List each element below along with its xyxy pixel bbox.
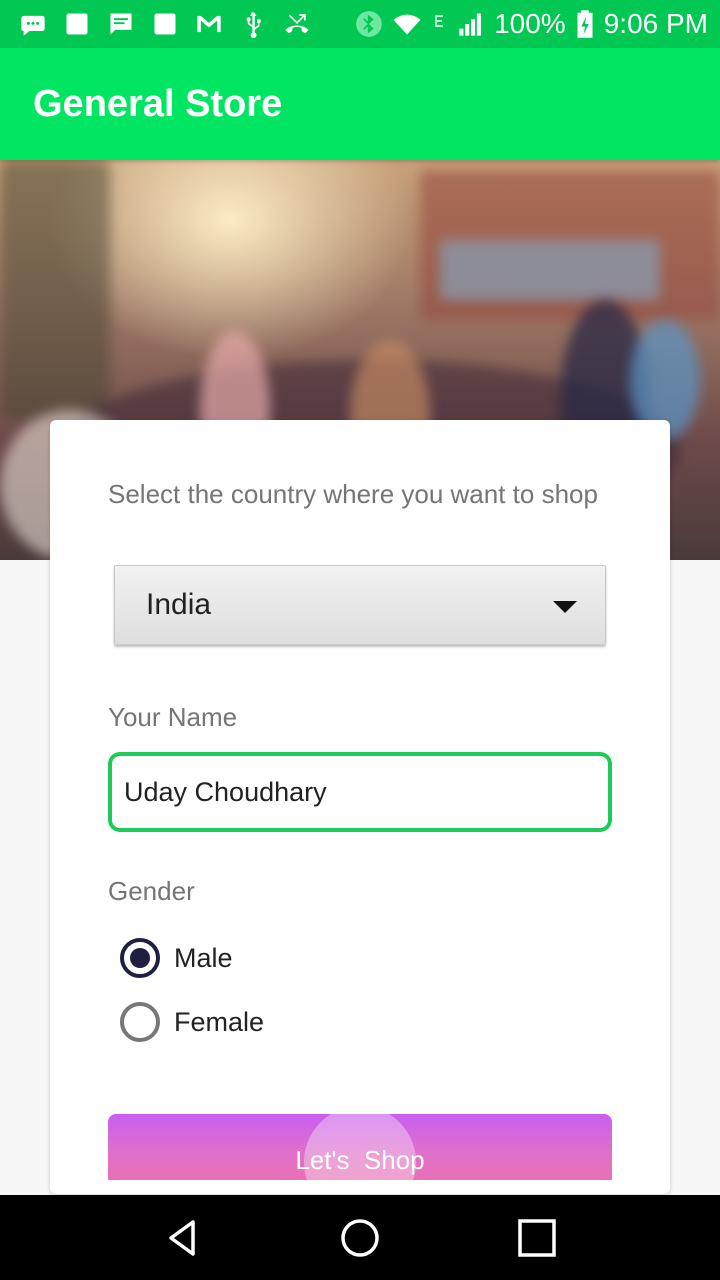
- navigation-bar: [0, 1195, 720, 1280]
- app-bar: General Store: [0, 48, 720, 160]
- signal-icon: [456, 9, 486, 39]
- gender-label: Gender: [108, 876, 195, 906]
- name-label: Your Name: [108, 702, 238, 732]
- chat-message-icon: [106, 9, 136, 39]
- lets-shop-button[interactable]: Let's Shop: [108, 1114, 612, 1180]
- radio-checked-icon[interactable]: [120, 938, 160, 978]
- home-icon[interactable]: [330, 1208, 390, 1268]
- system-status: 100% 9:06 PM: [354, 0, 708, 48]
- store-form-card: Select the country where you want to sho…: [50, 420, 670, 1194]
- gender-female-label: Female: [174, 1006, 265, 1037]
- name-input[interactable]: [108, 752, 612, 832]
- radio-unchecked-icon[interactable]: [120, 1002, 160, 1042]
- recents-icon[interactable]: [507, 1208, 567, 1268]
- status-bar: 100% 9:06 PM: [0, 0, 720, 48]
- data-e-icon: [430, 9, 448, 39]
- lets-shop-label: Let's Shop: [295, 1144, 425, 1175]
- country-dropdown[interactable]: India: [114, 565, 606, 645]
- gender-option-male[interactable]: Male: [120, 938, 233, 978]
- notification-square-icon: [62, 9, 92, 39]
- gmail-icon: [194, 9, 224, 39]
- messaging-icon: [18, 9, 48, 39]
- gender-option-female[interactable]: Female: [120, 1002, 264, 1042]
- battery-charging-icon: [574, 9, 596, 39]
- bluetooth-icon: [354, 9, 384, 39]
- battery-percent: 100%: [494, 8, 566, 39]
- back-icon[interactable]: [153, 1208, 213, 1268]
- notification-square-icon: [150, 9, 180, 39]
- country-label: Select the country where you want to sho…: [108, 479, 598, 509]
- country-selected-value: India: [146, 588, 212, 621]
- wifi-icon: [392, 9, 422, 39]
- gender-male-label: Male: [174, 942, 233, 973]
- missed-call-icon: [282, 9, 312, 39]
- app-title: General Store: [33, 82, 283, 125]
- clock: 9:06 PM: [603, 8, 708, 39]
- notification-icons: [0, 0, 312, 48]
- dropdown-arrow-icon: [553, 601, 577, 613]
- usb-icon: [238, 9, 268, 39]
